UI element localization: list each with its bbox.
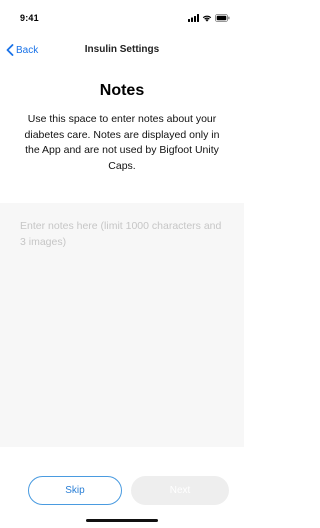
status-icons bbox=[188, 13, 230, 23]
battery-icon bbox=[215, 14, 230, 22]
page-title: Notes bbox=[99, 82, 145, 99]
wifi-icon bbox=[202, 15, 212, 22]
home-indicator bbox=[86, 519, 158, 522]
page-description: Use this space to enter notes about your… bbox=[24, 113, 220, 172]
notes-input[interactable] bbox=[0, 203, 244, 447]
nav-title: Insulin Settings bbox=[84, 44, 160, 55]
skip-button[interactable]: Skip bbox=[28, 476, 122, 505]
status-time: 9:41 bbox=[20, 13, 39, 23]
status-bar: 9:41 bbox=[0, 0, 244, 32]
signal-icon bbox=[188, 14, 199, 22]
navigation-bar: Back Insulin Settings bbox=[0, 38, 244, 62]
next-button[interactable]: Next bbox=[131, 476, 229, 505]
